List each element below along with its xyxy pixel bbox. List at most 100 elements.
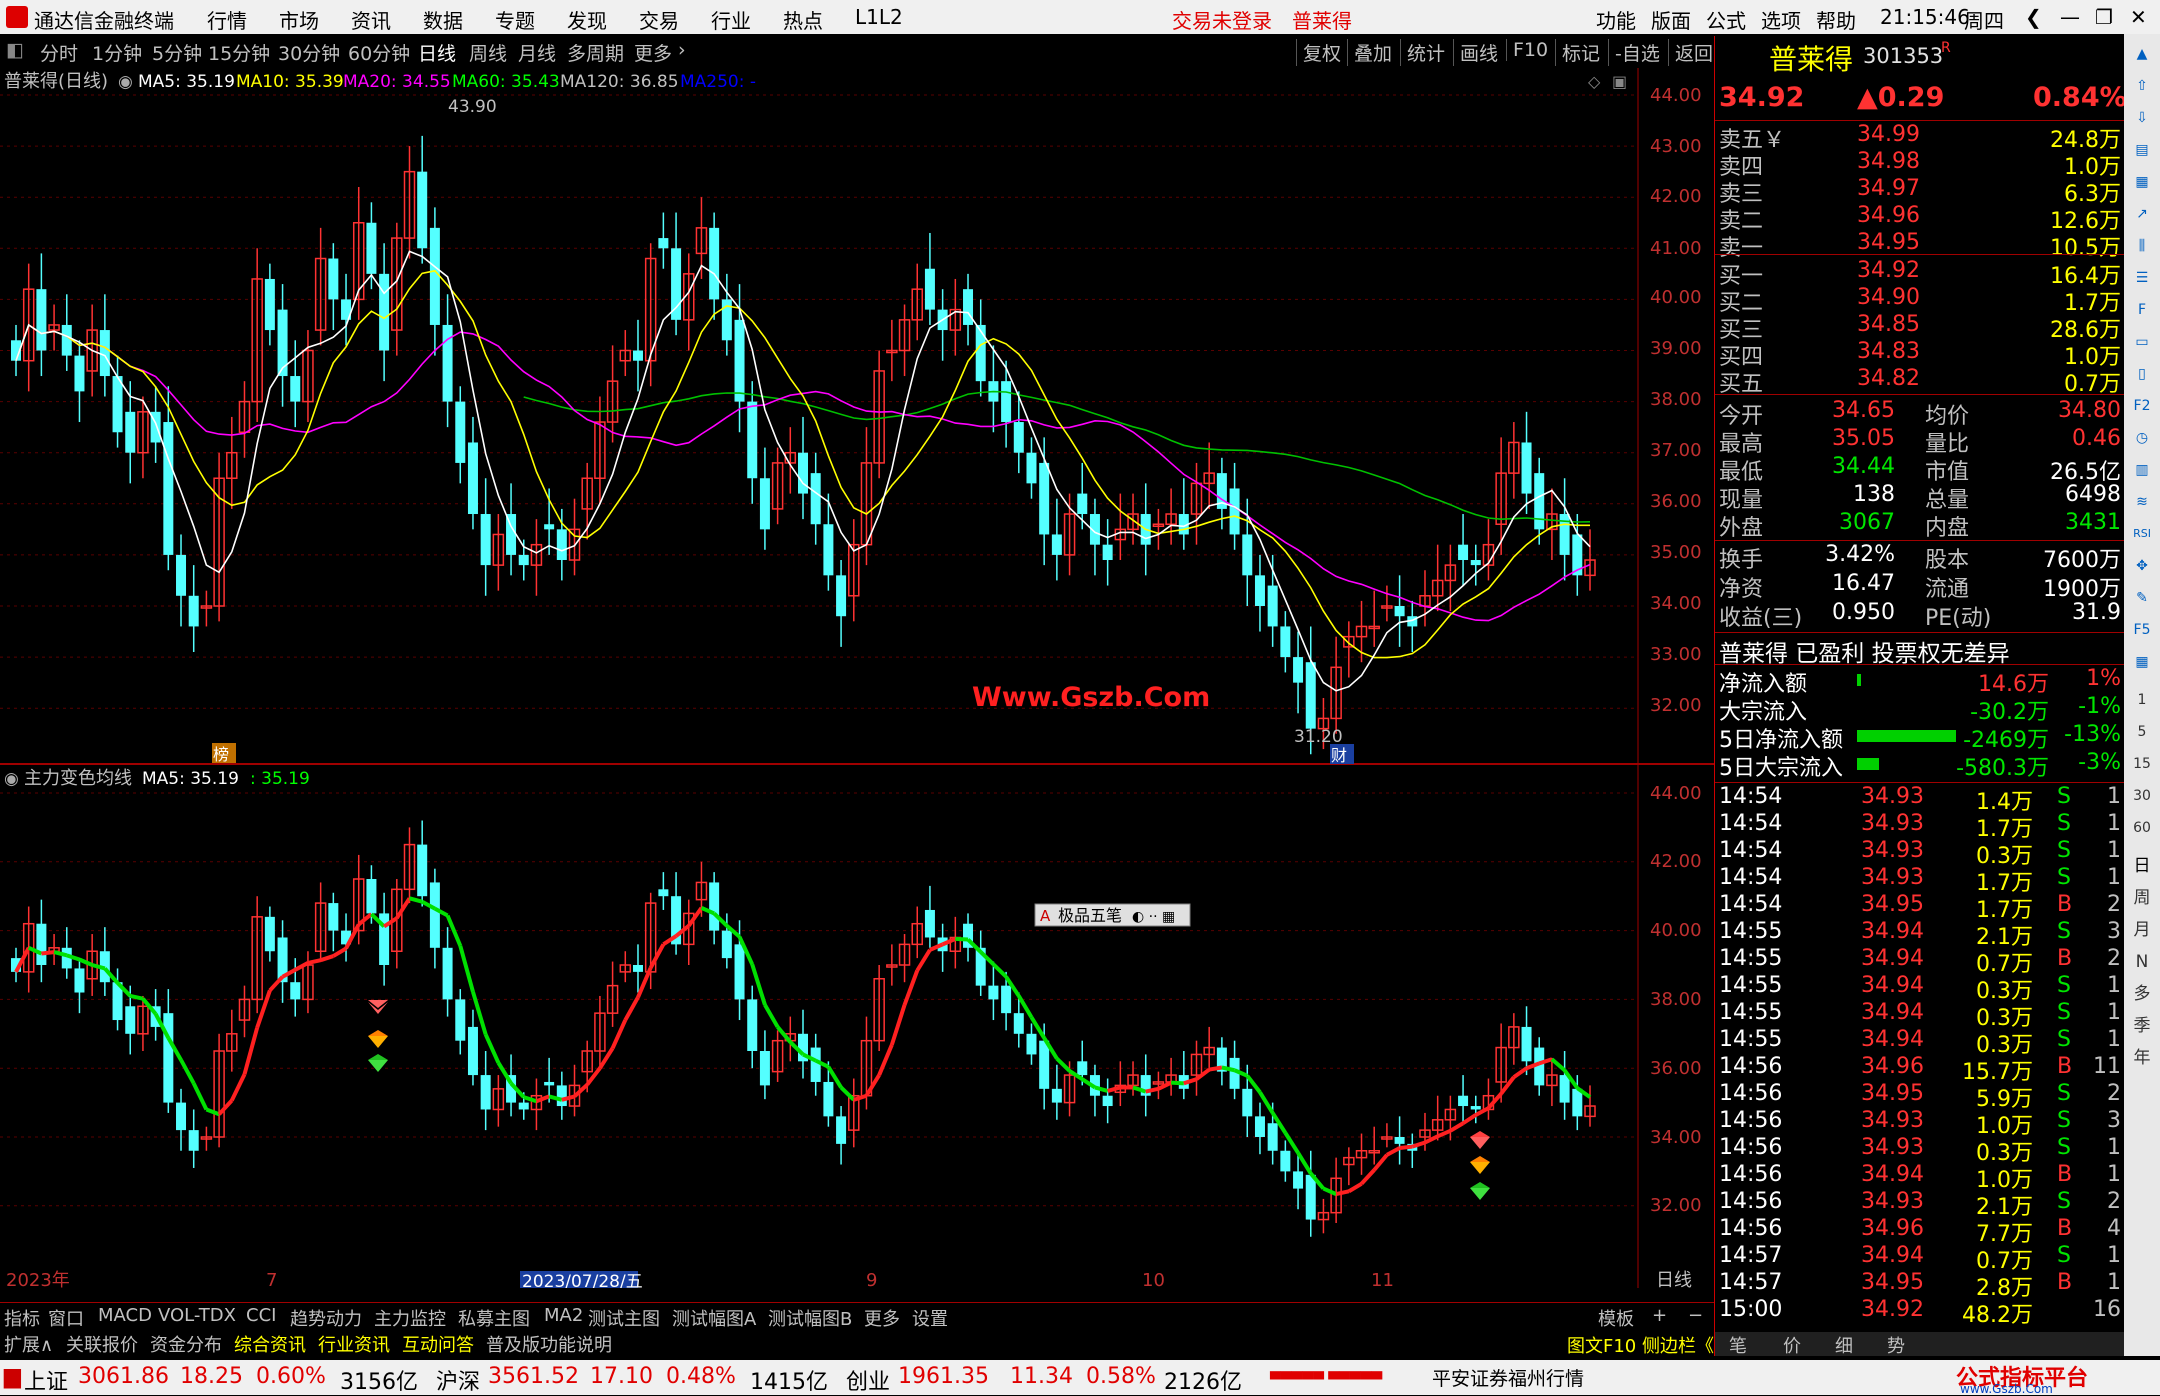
period-5min[interactable]: 5分钟 bbox=[152, 39, 202, 66]
sidebar-week[interactable]: 周 bbox=[2130, 886, 2154, 910]
doc-icon[interactable]: ▭ bbox=[2130, 330, 2154, 354]
ticks-row[interactable]: 14:55 34.94 0.3万 S 1 bbox=[1715, 1027, 2125, 1058]
tab-main-monitor[interactable]: 主力监控 bbox=[374, 1305, 446, 1331]
period-monthly[interactable]: 月线 bbox=[518, 39, 556, 66]
list-icon[interactable]: ☰ bbox=[2130, 266, 2154, 290]
menu-topic[interactable]: 专题 bbox=[495, 5, 535, 34]
chevron-right-icon[interactable]: › bbox=[678, 39, 686, 61]
stats2-row[interactable]: 净资 16.47 流通 1900万 bbox=[1715, 571, 2125, 602]
period-1min[interactable]: 1分钟 bbox=[92, 39, 142, 66]
restore-icon[interactable]: ❐ bbox=[2095, 5, 2113, 29]
period-weekly[interactable]: 周线 bbox=[469, 39, 507, 66]
tab-industry-news[interactable]: 行业资讯 bbox=[318, 1331, 390, 1357]
sidebar-multi[interactable]: 多 bbox=[2130, 982, 2154, 1006]
period-60[interactable]: 60 bbox=[2130, 816, 2154, 840]
tab-more[interactable]: 更多 bbox=[864, 1305, 900, 1331]
index-name[interactable]: 上证 bbox=[24, 1364, 68, 1396]
ticks-row[interactable]: 14:56 34.93 0.3万 S 1 bbox=[1715, 1135, 2125, 1166]
index-name[interactable]: 创业 bbox=[846, 1364, 890, 1396]
tab-trades[interactable]: 笔 bbox=[1729, 1332, 1747, 1358]
collapse-icon[interactable]: ◉ bbox=[4, 769, 19, 789]
tab-indicator[interactable]: 指标 bbox=[4, 1305, 40, 1331]
flows-row[interactable]: 5日大宗流入 -580.3万 -3% bbox=[1715, 750, 2125, 781]
grid-icon[interactable]: ▣ bbox=[1612, 72, 1627, 91]
menu-layout[interactable]: 版面 bbox=[1651, 5, 1691, 34]
ticks-row[interactable]: 14:55 34.94 2.1万 S 3 bbox=[1715, 919, 2125, 950]
menu-help[interactable]: 帮助 bbox=[1816, 5, 1856, 34]
table2-icon[interactable]: ▦ bbox=[2130, 650, 2154, 674]
asks-row[interactable]: 卖三 34.97 6.3万 bbox=[1715, 176, 2125, 207]
f10-icon[interactable]: F bbox=[2130, 298, 2154, 322]
tab-fund-dist[interactable]: 资金分布 bbox=[150, 1331, 222, 1357]
back-icon[interactable]: ❮ bbox=[2025, 5, 2042, 29]
tab-private-main[interactable]: 私募主图 bbox=[458, 1305, 530, 1331]
ticks-row[interactable]: 14:56 34.93 2.1万 S 2 bbox=[1715, 1189, 2125, 1220]
rsi-icon[interactable]: RSI bbox=[2130, 522, 2154, 546]
ticks-row[interactable]: 14:55 34.94 0.3万 S 1 bbox=[1715, 1000, 2125, 1031]
menu-news[interactable]: 资讯 bbox=[351, 5, 391, 34]
btn-f10[interactable]: F10 bbox=[1506, 39, 1548, 61]
bids-row[interactable]: 买二 34.90 1.7万 bbox=[1715, 285, 2125, 316]
stats2-row[interactable]: 收益(三) 0.950 PE(动) 31.9 bbox=[1715, 600, 2125, 631]
close-icon[interactable]: ✕ bbox=[2130, 5, 2147, 29]
ticks-row[interactable]: 14:54 34.93 0.3万 S 1 bbox=[1715, 838, 2125, 869]
tab-test-b[interactable]: 测试幅图B bbox=[768, 1305, 852, 1331]
kline-icon[interactable]: ⫼ bbox=[2130, 234, 2154, 258]
f2-icon[interactable]: F2 bbox=[2130, 394, 2154, 418]
tab-test-main[interactable]: 测试主图 bbox=[588, 1305, 660, 1331]
stock-icon[interactable]: ▥ bbox=[2130, 458, 2154, 482]
tab-trend[interactable]: 势 bbox=[1887, 1332, 1905, 1358]
period-more[interactable]: 更多 bbox=[634, 39, 672, 66]
menu-l1l2[interactable]: L1L2 bbox=[855, 5, 903, 29]
ticks-row[interactable]: 14:56 34.96 15.7万 B 11 bbox=[1715, 1054, 2125, 1085]
btn-back[interactable]: 返回 bbox=[1668, 39, 1713, 66]
period-30[interactable]: 30 bbox=[2130, 784, 2154, 808]
sidebar-quarter[interactable]: 季 bbox=[2130, 1014, 2154, 1038]
btn-mark[interactable]: 标记 bbox=[1555, 39, 1600, 66]
btn-draw[interactable]: 画线 bbox=[1453, 39, 1498, 66]
diamond-icon[interactable]: ◇ bbox=[1588, 72, 1601, 91]
stats-row[interactable]: 外盘 3067 内盘 3431 bbox=[1715, 510, 2125, 541]
up-arrow-icon[interactable]: ⇧ bbox=[2130, 74, 2154, 98]
period-30min[interactable]: 30分钟 bbox=[278, 39, 340, 66]
remove-button[interactable]: − bbox=[1688, 1305, 1703, 1326]
period-multi[interactable]: 多周期 bbox=[567, 39, 624, 66]
period-1[interactable]: 1 bbox=[2130, 688, 2154, 712]
btn-stats[interactable]: 统计 bbox=[1400, 39, 1445, 66]
ticks-row[interactable]: 14:55 34.94 0.7万 B 2 bbox=[1715, 946, 2125, 977]
tab-trend-power[interactable]: 趋势动力 bbox=[290, 1305, 362, 1331]
asks-row[interactable]: 卖一 34.95 10.5万 bbox=[1715, 230, 2125, 261]
menu-quotes[interactable]: 行情 bbox=[207, 5, 247, 34]
stock-link[interactable]: 普莱得 bbox=[1292, 5, 1352, 34]
ticks-row[interactable]: 14:57 34.95 2.8万 B 1 bbox=[1715, 1270, 2125, 1301]
tab-window[interactable]: 窗口 bbox=[48, 1305, 84, 1331]
minimize-icon[interactable]: — bbox=[2060, 5, 2080, 29]
tab-news[interactable]: 综合资讯 bbox=[234, 1331, 306, 1357]
line-chart-icon[interactable]: ↗ bbox=[2130, 202, 2154, 226]
tab-expand[interactable]: 扩展∧ bbox=[4, 1331, 53, 1357]
stats2-row[interactable]: 换手 3.42% 股本 7600万 bbox=[1715, 542, 2125, 573]
tab-related[interactable]: 关联报价 bbox=[66, 1331, 138, 1357]
period-timeshare[interactable]: 分时 bbox=[40, 39, 78, 66]
menu-industry[interactable]: 行业 bbox=[711, 5, 751, 34]
tab-vol-tdx[interactable]: VOL-TDX bbox=[158, 1305, 236, 1326]
ticks-row[interactable]: 14:57 34.94 0.7万 S 1 bbox=[1715, 1243, 2125, 1274]
clock-icon[interactable]: ◷ bbox=[2130, 426, 2154, 450]
tab-ma2[interactable]: MA2 bbox=[544, 1305, 583, 1326]
menu-market[interactable]: 市场 bbox=[279, 5, 319, 34]
table-icon[interactable]: ▦ bbox=[2130, 170, 2154, 194]
ticks-row[interactable]: 14:55 34.94 0.3万 S 1 bbox=[1715, 973, 2125, 1004]
btn-adjust[interactable]: 复权 bbox=[1296, 39, 1341, 66]
ime-popup[interactable]: A 极品五笔 ◐ ·· ▦ bbox=[1034, 903, 1191, 927]
bids-row[interactable]: 买一 34.92 16.4万 bbox=[1715, 258, 2125, 289]
login-status[interactable]: 交易未登录 bbox=[1172, 5, 1272, 34]
sidebar-day[interactable]: 日 bbox=[2130, 854, 2154, 878]
flows-row[interactable]: 大宗流入 -30.2万 -1% bbox=[1715, 694, 2125, 725]
period-15min[interactable]: 15分钟 bbox=[208, 39, 270, 66]
menu-function[interactable]: 功能 bbox=[1596, 5, 1636, 34]
tab-test-a[interactable]: 测试幅图A bbox=[672, 1305, 756, 1331]
ticks-row[interactable]: 14:56 34.94 1.0万 B 1 bbox=[1715, 1162, 2125, 1193]
ticks-row[interactable]: 14:54 34.93 1.7万 S 1 bbox=[1715, 811, 2125, 842]
stats-row[interactable]: 今开 34.65 均价 34.80 bbox=[1715, 398, 2125, 429]
stats-row[interactable]: 最低 34.44 市值 26.5亿 bbox=[1715, 454, 2125, 485]
